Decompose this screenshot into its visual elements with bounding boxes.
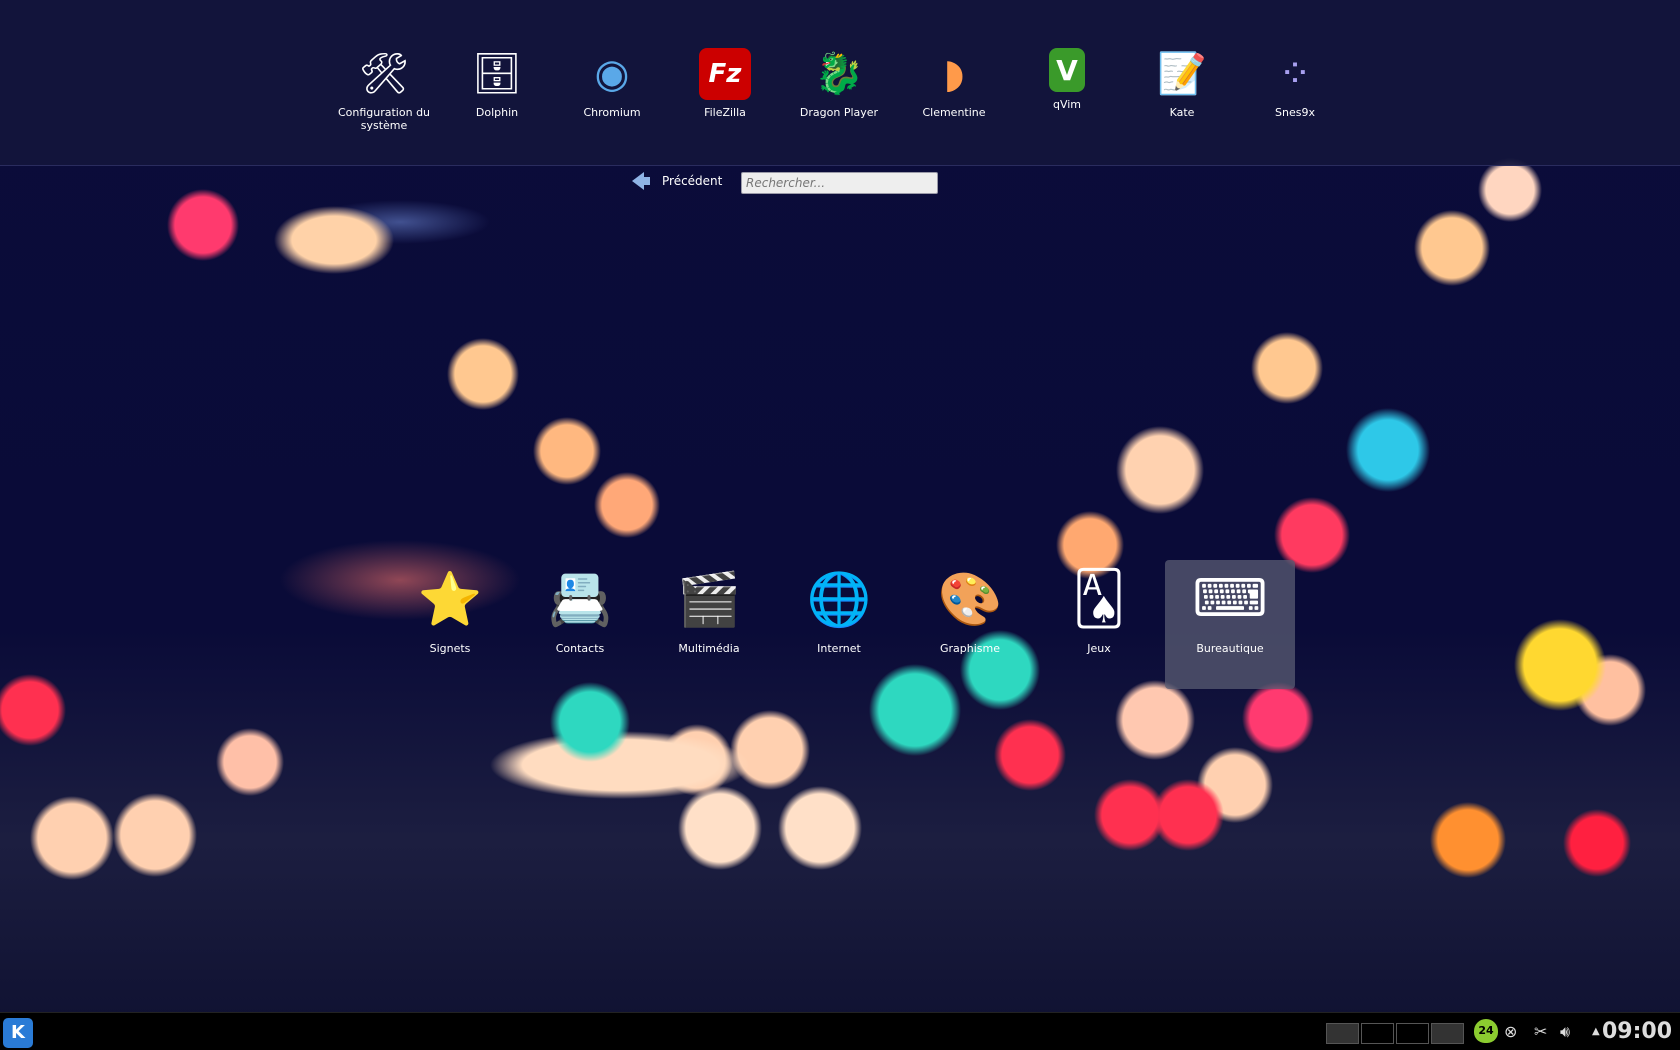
snes9x-icon: ⁘ (1278, 50, 1312, 97)
desktop-2[interactable] (1361, 1023, 1394, 1044)
category-label: Graphisme (939, 642, 1000, 655)
filezilla-icon: Fz (699, 48, 751, 100)
favorite-label: Snes9x (1275, 106, 1315, 119)
category-jeux[interactable]: 🂡 Jeux (1034, 560, 1164, 689)
multimedia-icon: 🎬 (676, 569, 742, 630)
favorite-snes9x[interactable]: ⁘ Snes9x (1239, 48, 1351, 120)
chromium-icon: ◉ (594, 50, 630, 97)
globe-icon: 🌐 (806, 569, 872, 630)
favorite-label: Configuration du système (337, 106, 431, 132)
tray-expand-icon[interactable]: ▲ (1592, 1026, 1600, 1037)
desktop-1[interactable] (1326, 1023, 1359, 1044)
category-bureautique[interactable]: ⌨ Bureautique (1165, 560, 1295, 689)
contacts-icon: 📇 (547, 569, 613, 630)
favorite-label: Dolphin (475, 106, 519, 119)
vim-icon: V (1049, 48, 1085, 92)
category-contacts[interactable]: 📇 Contacts (515, 560, 645, 689)
category-graphisme[interactable]: 🎨 Graphisme (905, 560, 1035, 689)
favorite-chromium[interactable]: ◉ Chromium (556, 48, 668, 120)
desktop-3[interactable] (1396, 1023, 1429, 1044)
favorite-dragon-player[interactable]: 🐉 Dragon Player (783, 48, 895, 120)
volume-icon[interactable]: 🔊︎ (1560, 1022, 1570, 1042)
category-signets[interactable]: ⭐ Signets (385, 560, 515, 689)
desktop-4[interactable] (1431, 1023, 1464, 1044)
back-button[interactable]: Précédent (632, 172, 722, 190)
category-label: Bureautique (1196, 642, 1264, 655)
category-label: Internet (817, 642, 861, 655)
favorite-tools[interactable]: 🛠 Configuration du système (328, 48, 440, 133)
favorite-vim[interactable]: VqVim (1011, 48, 1123, 111)
dragon-player-icon: 🐉 (814, 50, 864, 97)
clementine-icon: ◗ (943, 50, 965, 97)
favorite-label: Dragon Player (799, 106, 879, 119)
taskbar: K 24 ⊗ ✂ 🔊︎ ▲ 09:00 (0, 1012, 1680, 1050)
category-internet[interactable]: 🌐 Internet (774, 560, 904, 689)
category-label: Contacts (555, 642, 605, 655)
palette-icon: 🎨 (937, 569, 1003, 630)
desktop-pager (1326, 1023, 1464, 1044)
category-label: Signets (429, 642, 471, 655)
file-manager-icon: 🗄 (471, 50, 523, 97)
star-icon: ⭐ (417, 569, 483, 630)
favorite-file-manager[interactable]: 🗄 Dolphin (441, 48, 553, 120)
update-notifier-icon[interactable]: 24 (1474, 1019, 1498, 1043)
favorite-kate[interactable]: 📝 Kate (1126, 48, 1238, 120)
favorite-label: Kate (1169, 106, 1195, 119)
typewriter-icon: ⌨ (1192, 569, 1268, 629)
favorite-label: Clementine (922, 106, 986, 119)
back-arrow-icon (632, 172, 650, 190)
clock[interactable]: 09:00 (1602, 1019, 1672, 1044)
cards-icon: 🂡 (1072, 569, 1126, 629)
favorite-label: FileZilla (704, 106, 746, 119)
favorite-filezilla[interactable]: Fz FileZilla (669, 48, 781, 119)
notifications-icon[interactable]: ⊗ (1504, 1022, 1517, 1041)
favorite-label: qVim (1052, 98, 1082, 111)
favorite-clementine[interactable]: ◗ Clementine (898, 48, 1010, 120)
category-label: Multimédia (678, 642, 740, 655)
kate-icon: 📝 (1157, 50, 1207, 97)
category-multimédia[interactable]: 🎬 Multimédia (644, 560, 774, 689)
clipboard-scissors-icon[interactable]: ✂ (1534, 1022, 1547, 1041)
category-label: Jeux (1087, 642, 1111, 655)
favorite-label: Chromium (583, 106, 641, 119)
tools-icon: 🛠 (358, 50, 410, 97)
back-label: Précédent (662, 174, 723, 188)
kickoff-menu-button[interactable]: K (3, 1018, 33, 1048)
search-input[interactable]: Rechercher... (741, 172, 938, 194)
